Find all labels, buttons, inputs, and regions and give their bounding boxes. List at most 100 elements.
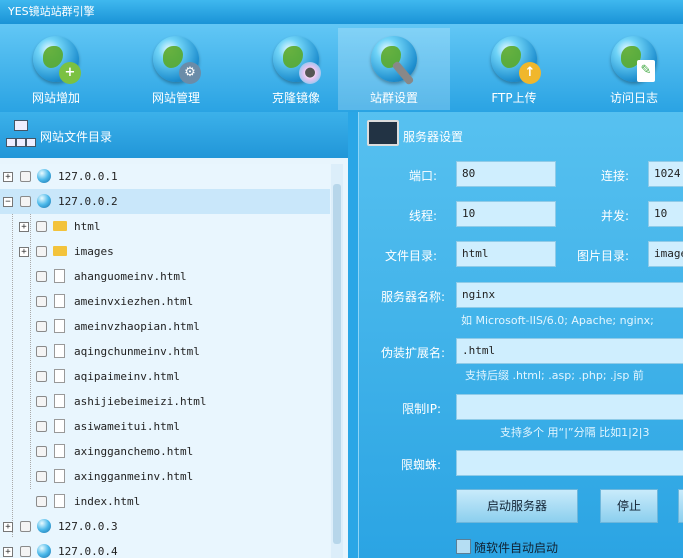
tree-node-label: axingganmeinv.html: [74, 470, 194, 483]
tree-node-label: images: [74, 245, 114, 258]
tree-node-file[interactable]: ahanguomeinv.html: [0, 264, 330, 289]
tree-node-label: axingganchemo.html: [74, 445, 194, 458]
port-label: 端口:: [408, 169, 437, 183]
limit-ip-label: 限制IP:: [402, 402, 441, 416]
image-dir-input[interactable]: images: [648, 241, 683, 267]
monitor-icon: [367, 120, 399, 146]
tree-checkbox[interactable]: [36, 471, 47, 482]
server-settings-panel: 服务器设置 端口: 80 连接: 1024 线程: 10 并发: 10 文件目录…: [358, 112, 683, 558]
toolbar-site-add-button[interactable]: + 网站增加: [0, 28, 112, 110]
tree-checkbox[interactable]: [36, 321, 47, 332]
file-icon: [54, 319, 65, 333]
toolbar-label: 站群设置: [369, 91, 418, 105]
tree-node-folder[interactable]: + images: [0, 239, 330, 264]
tree-checkbox[interactable]: [36, 396, 47, 407]
toolbar-label: 访问日志: [609, 91, 658, 105]
globe-icon: [37, 194, 51, 208]
tree-checkbox[interactable]: [20, 171, 31, 182]
file-dir-input[interactable]: html: [456, 241, 556, 267]
tree-checkbox[interactable]: [36, 246, 47, 257]
tree-node-label: ameinvxiezhen.html: [74, 295, 194, 308]
globe-tools-icon: [371, 36, 417, 86]
tree-node-label: ameinvzhaopian.html: [74, 320, 200, 333]
stop-button[interactable]: 停止: [600, 489, 658, 523]
tree-checkbox[interactable]: [36, 346, 47, 357]
tree-node-file[interactable]: axingganmeinv.html: [0, 464, 330, 489]
connection-label: 连接:: [600, 169, 629, 183]
toolbar-label: 网站增加: [31, 91, 80, 105]
tree-node-file[interactable]: aqipaimeinv.html: [0, 364, 330, 389]
tree-checkbox[interactable]: [36, 221, 47, 232]
tree-node-folder[interactable]: + html: [0, 214, 330, 239]
tree-node-file[interactable]: ameinvxiezhen.html: [0, 289, 330, 314]
toolbar-label: 网站管理: [151, 91, 200, 105]
tree-node-file[interactable]: axingganchemo.html: [0, 439, 330, 464]
limit-ip-input[interactable]: [456, 394, 683, 420]
expand-toggle[interactable]: +: [19, 247, 29, 257]
concurrency-input[interactable]: 10: [648, 201, 683, 227]
tree-scrollbar[interactable]: [331, 164, 343, 558]
tree-node-file[interactable]: ameinvzhaopian.html: [0, 314, 330, 339]
tree-checkbox[interactable]: [36, 371, 47, 382]
site-file-tree: + 127.0.0.1 − 127.0.0.2 + html + images …: [0, 164, 330, 558]
tree-node-file[interactable]: aqingchunmeinv.html: [0, 339, 330, 364]
collapse-toggle[interactable]: −: [3, 197, 13, 207]
main-toolbar: + 网站增加 ⚙ 网站管理 ● 克隆镜像 站群设置 ↑ FTP上传 ✎ 访问日志: [0, 24, 683, 112]
globe-icon: [37, 519, 51, 533]
tree-checkbox[interactable]: [20, 521, 31, 532]
expand-toggle[interactable]: +: [3, 522, 13, 532]
fake-extension-input[interactable]: .html: [456, 338, 683, 364]
tree-node-label: 127.0.0.2: [58, 195, 118, 208]
tree-checkbox[interactable]: [36, 446, 47, 457]
tree-checkbox[interactable]: [36, 271, 47, 282]
threads-input[interactable]: 10: [456, 201, 556, 227]
toolbar-ftp-upload-button[interactable]: ↑ FTP上传: [458, 28, 570, 110]
globe-icon: [37, 169, 51, 183]
site-file-panel-header: 网站文件目录: [0, 112, 348, 158]
connection-input[interactable]: 1024: [648, 161, 683, 187]
toolbar-site-manage-button[interactable]: ⚙ 网站管理: [120, 28, 232, 110]
tree-node-site[interactable]: + 127.0.0.3: [0, 514, 330, 539]
image-dir-label: 图片目录:: [576, 249, 629, 263]
extra-button[interactable]: [678, 489, 683, 523]
file-icon: [54, 469, 65, 483]
tree-node-label: aqingchunmeinv.html: [74, 345, 200, 358]
tree-checkbox[interactable]: [36, 421, 47, 432]
folder-icon: [53, 221, 67, 231]
file-icon: [54, 294, 65, 308]
server-name-input[interactable]: nginx: [456, 282, 683, 308]
file-icon: [54, 494, 65, 508]
autostart-label: 随软件自动启动: [474, 541, 559, 555]
fake-extension-label: 伪装扩展名:: [380, 346, 445, 360]
tree-node-file[interactable]: asiwameitui.html: [0, 414, 330, 439]
tree-node-file[interactable]: index.html: [0, 489, 330, 514]
port-input[interactable]: 80: [456, 161, 556, 187]
toolbar-clone-mirror-button[interactable]: ● 克隆镜像: [240, 28, 352, 110]
tree-node-site[interactable]: + 127.0.0.4: [0, 539, 330, 558]
tree-node-file[interactable]: ashijiebeimeizi.html: [0, 389, 330, 414]
server-settings-title: 服务器设置: [403, 130, 464, 144]
site-file-panel-title: 网站文件目录: [40, 130, 113, 144]
server-name-label: 服务器名称:: [380, 290, 445, 304]
server-name-hint: 如 Microsoft-IIS/6.0; Apache; nginx;: [461, 314, 654, 327]
tree-node-label: ashijiebeimeizi.html: [74, 395, 207, 408]
threads-label: 线程:: [408, 209, 437, 223]
tree-node-site[interactable]: + 127.0.0.1: [0, 164, 330, 189]
autostart-checkbox[interactable]: [456, 539, 471, 554]
start-server-button[interactable]: 启动服务器: [456, 489, 578, 523]
toolbar-cluster-settings-button[interactable]: 站群设置: [338, 28, 450, 110]
tree-checkbox[interactable]: [36, 496, 47, 507]
expand-toggle[interactable]: +: [3, 172, 13, 182]
expand-toggle[interactable]: +: [3, 547, 13, 557]
globe-log-icon: ✎: [611, 36, 657, 82]
tree-checkbox[interactable]: [20, 196, 31, 207]
tree-checkbox[interactable]: [20, 546, 31, 557]
scrollbar-thumb[interactable]: [333, 184, 341, 544]
limit-spider-input[interactable]: [456, 450, 683, 476]
toolbar-access-log-button[interactable]: ✎ 访问日志: [578, 28, 683, 110]
file-dir-label: 文件目录:: [384, 249, 437, 263]
tree-checkbox[interactable]: [36, 296, 47, 307]
tree-node-site-selected[interactable]: − 127.0.0.2: [0, 189, 330, 214]
expand-toggle[interactable]: +: [19, 222, 29, 232]
folder-icon: [53, 246, 67, 256]
